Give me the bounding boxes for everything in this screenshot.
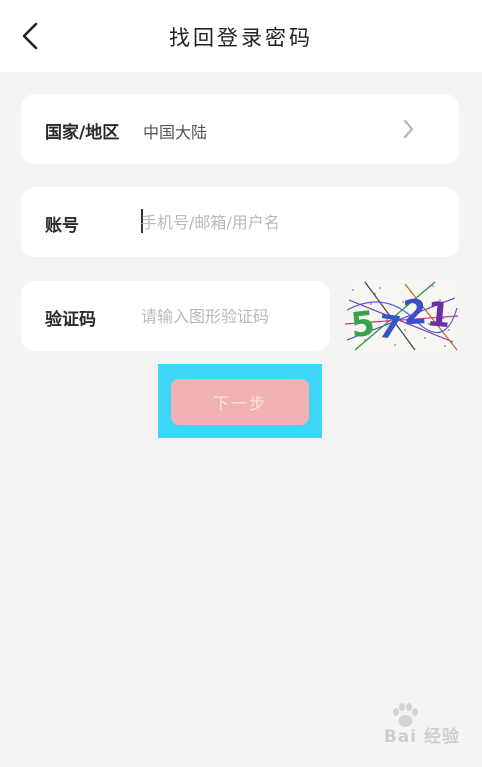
captcha-noise-graphic: 5 7 2 1 xyxy=(345,280,458,352)
account-input[interactable] xyxy=(141,210,431,234)
chevron-right-icon xyxy=(403,119,414,139)
account-label: 账号 xyxy=(45,216,79,236)
captcha-input[interactable] xyxy=(141,304,321,328)
top-bar: 找回登录密码 xyxy=(0,0,482,72)
captcha-label: 验证码 xyxy=(45,310,96,330)
region-label: 国家/地区 xyxy=(45,123,120,143)
svg-text:1: 1 xyxy=(425,294,452,336)
captcha-row: 验证码 xyxy=(21,281,330,351)
region-selector[interactable]: 国家/地区 中国大陆 xyxy=(21,94,459,164)
next-step-button[interactable]: 下一步 xyxy=(171,379,309,425)
region-value: 中国大陆 xyxy=(143,123,208,142)
watermark-text: Bai 经验 xyxy=(383,727,460,747)
captcha-image[interactable]: 5 7 2 1 xyxy=(345,280,458,352)
baidu-watermark: Bai 经验 xyxy=(350,703,460,747)
svg-text:5: 5 xyxy=(349,304,377,346)
page-title: 找回登录密码 xyxy=(169,26,313,50)
svg-text:2: 2 xyxy=(402,292,428,334)
account-row: 账号 xyxy=(21,187,459,257)
